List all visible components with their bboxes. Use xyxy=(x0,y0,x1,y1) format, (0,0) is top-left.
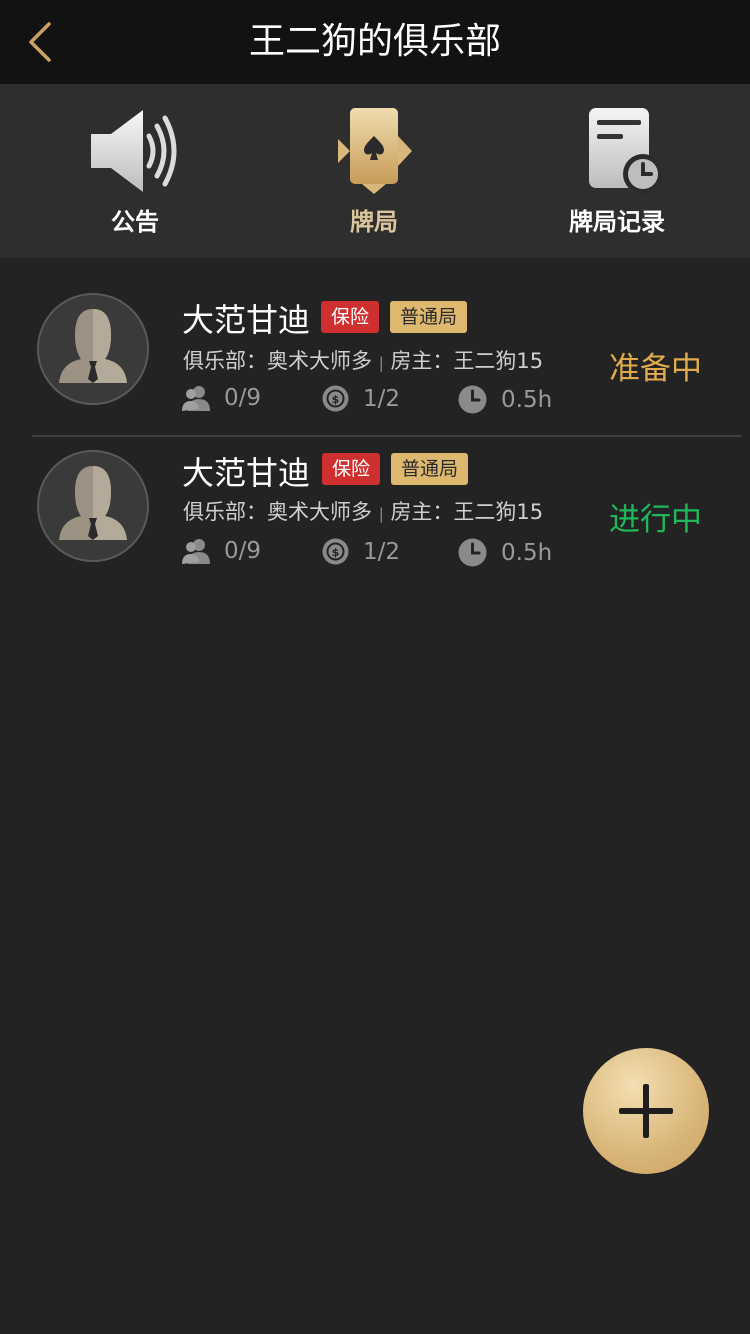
game-type-badge: 普通局 xyxy=(390,301,468,333)
svg-text:$: $ xyxy=(332,393,340,406)
blinds-value: 1/2 xyxy=(363,538,401,565)
speaker-icon xyxy=(85,106,185,196)
page-title: 王二狗的俱乐部 xyxy=(248,21,501,62)
owner-label: 房主：王二狗15 xyxy=(390,500,544,524)
separator: | xyxy=(378,505,384,523)
tab-announcement[interactable]: 公告 xyxy=(35,84,235,258)
status-label: 准备中 xyxy=(609,351,702,387)
duration-stat: 0.5h xyxy=(458,538,552,567)
duration-value: 0.5h xyxy=(501,539,553,566)
players-stat: 0/9 xyxy=(182,385,261,411)
plus-icon xyxy=(619,1084,673,1138)
clock-icon xyxy=(458,538,487,567)
record-icon xyxy=(567,106,667,196)
user-silhouette-icon xyxy=(39,452,147,560)
chip-icon: $ xyxy=(322,385,349,412)
user-silhouette-icon xyxy=(39,295,147,403)
add-game-button[interactable] xyxy=(583,1048,709,1174)
back-button[interactable] xyxy=(18,18,62,66)
blinds-value: 1/2 xyxy=(363,385,401,412)
tab-announcement-label: 公告 xyxy=(111,208,159,236)
players-count: 0/9 xyxy=(224,385,262,411)
chip-icon: $ xyxy=(322,538,349,565)
avatar xyxy=(37,293,149,405)
divider xyxy=(32,435,742,437)
tab-bar: 公告 牌局 牌局记录 xyxy=(0,84,750,258)
owner-label: 房主：王二狗15 xyxy=(390,349,544,373)
tab-games-label: 牌局 xyxy=(350,208,398,236)
game-meta: 俱乐部：奥术大师多 | 房主：王二狗15 xyxy=(183,345,543,375)
insurance-badge: 保险 xyxy=(322,453,381,485)
chevron-left-icon xyxy=(29,22,51,62)
users-icon xyxy=(182,539,210,564)
list-item[interactable]: 大范甘迪 保险 普通局 俱乐部：奥术大师多 | 房主：王二狗15 0/9 $ 1… xyxy=(0,440,750,590)
game-meta: 俱乐部：奥术大师多 | 房主：王二狗15 xyxy=(183,496,543,526)
status-label: 进行中 xyxy=(609,502,702,538)
game-name: 大范甘迪 xyxy=(182,454,311,492)
insurance-badge: 保险 xyxy=(321,301,380,333)
club-label: 俱乐部：奥术大师多 xyxy=(183,500,372,524)
tab-game-records-label: 牌局记录 xyxy=(569,208,665,236)
users-icon xyxy=(182,386,210,411)
separator: | xyxy=(378,354,384,372)
duration-value: 0.5h xyxy=(501,386,553,413)
clock-icon xyxy=(458,385,487,414)
players-stat: 0/9 xyxy=(182,538,261,564)
blinds-stat: $ 1/2 xyxy=(322,538,400,565)
duration-stat: 0.5h xyxy=(458,385,552,414)
game-type-badge: 普通局 xyxy=(391,453,469,485)
list-item[interactable]: 大范甘迪 保险 普通局 俱乐部：奥术大师多 | 房主：王二狗15 0/9 $ 1… xyxy=(0,287,750,437)
club-label: 俱乐部：奥术大师多 xyxy=(183,349,372,373)
avatar xyxy=(37,450,149,562)
svg-text:$: $ xyxy=(332,546,340,559)
tab-games[interactable]: 牌局 xyxy=(274,84,474,258)
top-bar: 王二狗的俱乐部 xyxy=(0,0,750,84)
tab-game-records[interactable]: 牌局记录 xyxy=(517,84,717,258)
players-count: 0/9 xyxy=(224,538,262,564)
blinds-stat: $ 1/2 xyxy=(322,385,400,412)
game-name: 大范甘迪 xyxy=(182,301,311,339)
card-icon xyxy=(324,106,424,196)
